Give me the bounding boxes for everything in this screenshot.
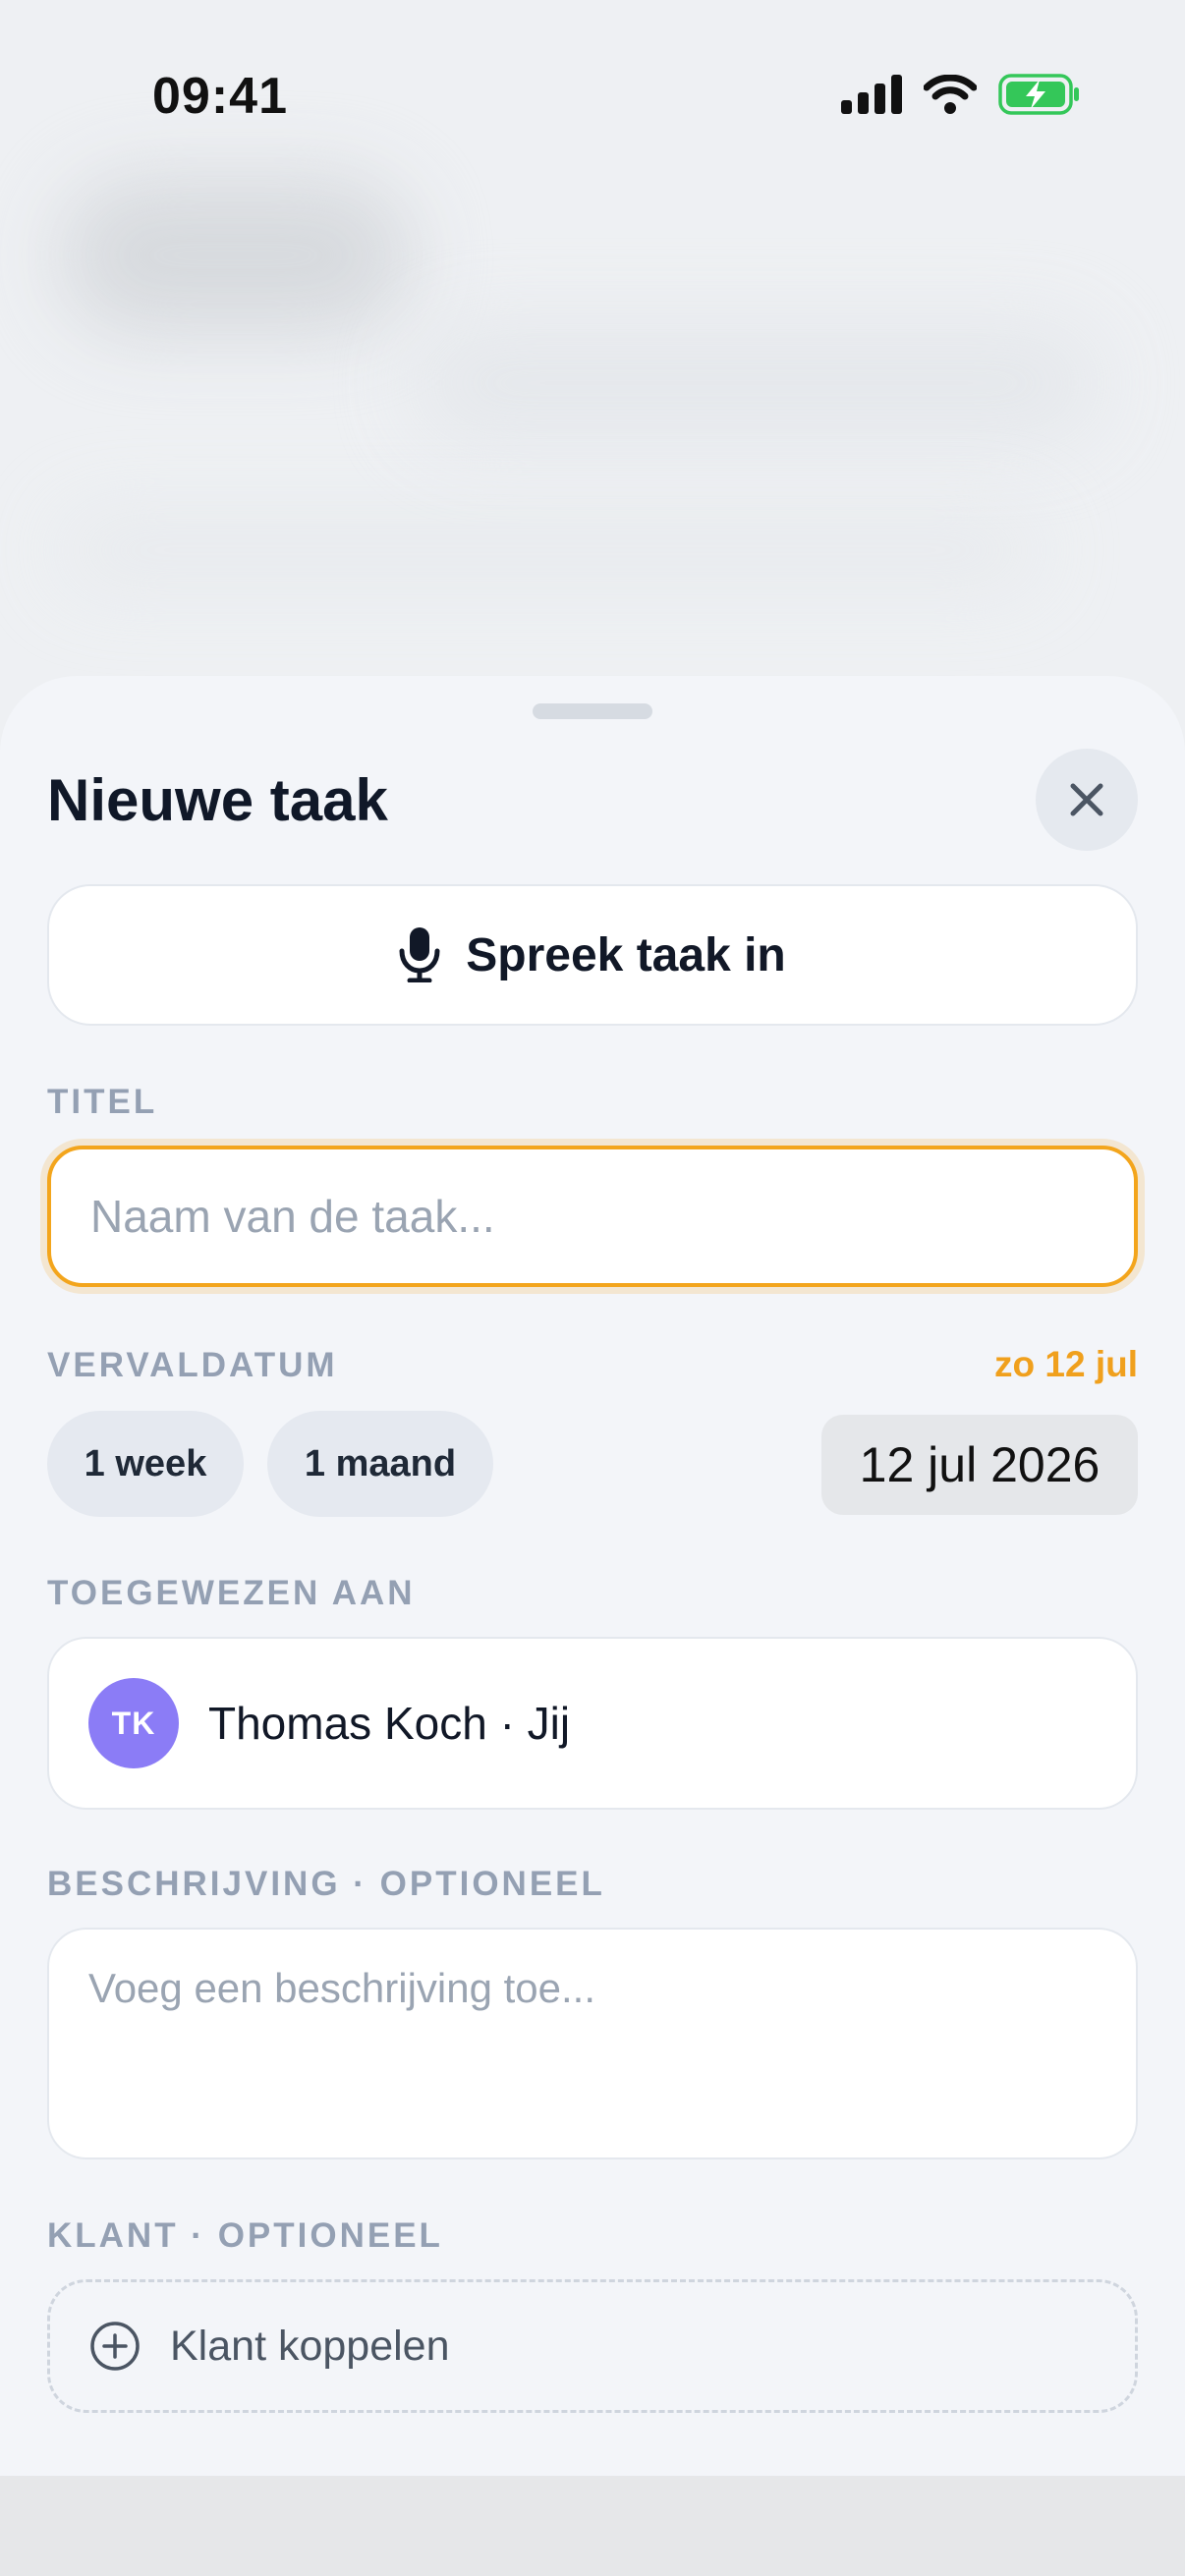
- cellular-signal-icon: [841, 75, 902, 114]
- description-field-container: [47, 1928, 1138, 2159]
- client-label: KLANT · OPTIONEEL: [47, 2216, 443, 2255]
- sheet-title: Nieuwe taak: [47, 767, 388, 833]
- title-input[interactable]: [88, 1189, 1097, 1244]
- status-time: 09:41: [152, 68, 288, 125]
- title-label: TITEL: [47, 1083, 158, 1121]
- assignee-label: TOEGEWEZEN AAN: [47, 1574, 416, 1612]
- due-date-picker[interactable]: 12 jul 2026: [821, 1415, 1138, 1515]
- status-icons: [841, 73, 1081, 116]
- battery-charging-icon: [998, 74, 1079, 115]
- new-task-sheet: Nieuwe taak Spreek taak in TITEL VERVALD…: [0, 676, 1185, 2478]
- link-client-button[interactable]: Klant koppelen: [47, 2279, 1138, 2413]
- title-field-container: [47, 1146, 1138, 1287]
- background-blur: [59, 177, 413, 334]
- voice-input-button[interactable]: Spreek taak in: [47, 884, 1138, 1026]
- description-label: BESCHRIJVING · OPTIONEEL: [47, 1865, 605, 1903]
- avatar: TK: [88, 1678, 179, 1768]
- wifi-icon: [924, 75, 977, 114]
- preset-1-month-chip[interactable]: 1 maand: [267, 1411, 493, 1517]
- close-icon: [1070, 783, 1103, 816]
- voice-input-label: Spreek taak in: [466, 928, 786, 981]
- background-blur: [413, 324, 1100, 442]
- plus-circle-icon: [90, 2322, 140, 2371]
- close-button[interactable]: [1036, 749, 1138, 851]
- link-client-label: Klant koppelen: [170, 2322, 450, 2370]
- due-date-label: VERVALDATUM: [47, 1346, 338, 1384]
- microphone-icon: [399, 927, 440, 982]
- preset-1-week-chip[interactable]: 1 week: [47, 1411, 244, 1517]
- assignee-selector[interactable]: TK Thomas Koch · Jij: [47, 1637, 1138, 1810]
- bottom-safe-area: [0, 2476, 1185, 2576]
- assignee-name: Thomas Koch · Jij: [208, 1698, 571, 1749]
- description-input[interactable]: [88, 1965, 1097, 2122]
- due-date-summary: zo 12 jul: [994, 1344, 1138, 1384]
- sheet-grabber[interactable]: [533, 703, 652, 719]
- background-blur: [59, 511, 1042, 589]
